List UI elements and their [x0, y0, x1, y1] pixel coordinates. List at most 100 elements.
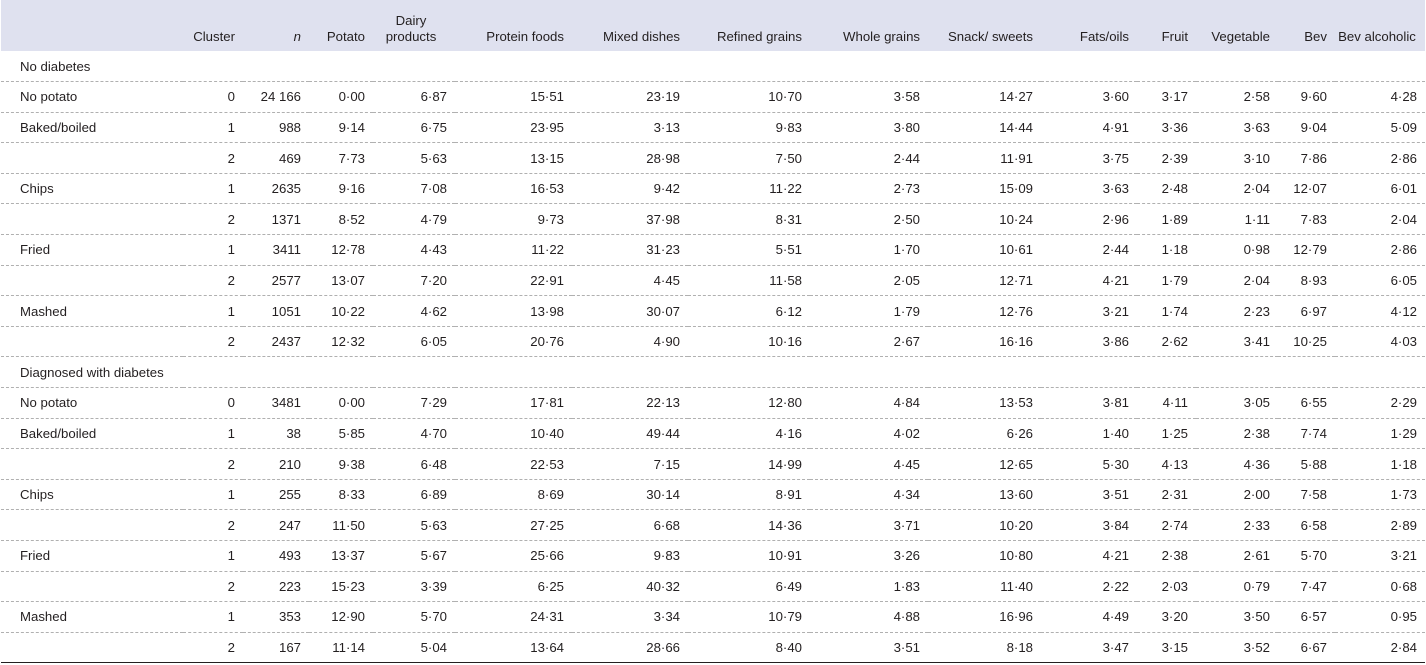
cell-refined-grains: 14·36 [688, 509, 810, 541]
cell-refined-grains: 8·91 [688, 479, 810, 511]
header-stub [1, 0, 183, 51]
cell-whole-grains: 4·45 [810, 448, 928, 480]
cell-snack-sweets: 10·61 [928, 234, 1041, 266]
cell-cluster: 1 [183, 418, 243, 450]
cell-fruit: 3·15 [1137, 632, 1196, 664]
cell-n: 2635 [243, 173, 309, 205]
cell-whole-grains: 3·26 [810, 540, 928, 572]
cell-fruit: 1·25 [1137, 418, 1196, 450]
cell-vegetable: 3·50 [1196, 601, 1278, 633]
cell-snack-sweets: 11·91 [928, 142, 1041, 174]
cell-whole-grains: 2·73 [810, 173, 928, 205]
cell-potato: 15·23 [309, 571, 373, 603]
cell-vegetable: 3·63 [1196, 112, 1278, 144]
cell-n: 167 [243, 632, 309, 664]
cell-dairy-products: 6·48 [373, 448, 455, 480]
header-fruit: Fruit [1161, 29, 1188, 44]
cell-protein-foods: 13·15 [455, 142, 572, 174]
cell-fruit: 3·36 [1137, 112, 1196, 144]
cell-protein-foods: 8·69 [455, 479, 572, 511]
cell-bev-alcoholic: 4·12 [1335, 295, 1425, 327]
cell-protein-foods: 17·81 [455, 387, 572, 419]
cell-snack-sweets: 12·65 [928, 448, 1041, 480]
cell-fruit: 2·31 [1137, 479, 1196, 511]
cell-potato: 8·52 [309, 203, 373, 236]
cell-bev: 10·25 [1278, 326, 1335, 358]
cell-fats-oils: 3·86 [1041, 326, 1137, 358]
cell-protein-foods: 22·91 [455, 265, 572, 297]
cell-protein-foods: 16·53 [455, 173, 572, 205]
cell-whole-grains: 3·51 [810, 632, 928, 664]
cell-cluster: 1 [183, 234, 243, 266]
cell-mixed-dishes: 28·98 [572, 142, 688, 174]
cell-fats-oils: 3·47 [1041, 632, 1137, 664]
cell-snack-sweets: 10·80 [928, 540, 1041, 572]
cell-row-label [1, 203, 183, 236]
cell-vegetable: 2·33 [1196, 509, 1278, 541]
cell-potato: 9·38 [309, 448, 373, 480]
cell-vegetable: 2·04 [1196, 265, 1278, 297]
cell-fruit: 4·11 [1137, 387, 1196, 419]
cell-bev: 5·70 [1278, 540, 1335, 572]
cell-bev-alcoholic: 0·95 [1335, 601, 1425, 633]
cell-fruit: 2·03 [1137, 571, 1196, 603]
cell-mixed-dishes: 30·14 [572, 479, 688, 511]
cell-fruit: 3·17 [1137, 81, 1196, 113]
cell-cluster: 2 [183, 203, 243, 236]
cell-whole-grains: 4·02 [810, 418, 928, 450]
header-snack-sweets: Snack/ sweets [947, 29, 1033, 44]
cell-refined-grains: 8·31 [688, 203, 810, 236]
header-refined-grains: Refined grains [716, 29, 802, 44]
cell-potato: 13·07 [309, 265, 373, 297]
cell-fats-oils: 5·30 [1041, 448, 1137, 480]
cell-refined-grains: 8·40 [688, 632, 810, 664]
cell-vegetable: 4·36 [1196, 448, 1278, 480]
header-bev: Bev [1304, 29, 1327, 44]
cell-mixed-dishes: 9·83 [572, 540, 688, 572]
cell-fruit: 3·20 [1137, 601, 1196, 633]
cell-bev: 6·55 [1278, 387, 1335, 419]
cell-protein-foods: 11·22 [455, 234, 572, 266]
cell-fruit: 2·62 [1137, 326, 1196, 358]
cell-n: 2577 [243, 265, 309, 297]
cell-bev-alcoholic: 2·04 [1335, 203, 1425, 236]
cell-row-label: Chips [1, 173, 183, 205]
cell-potato: 7·73 [309, 142, 373, 174]
header-cluster: Cluster [193, 29, 235, 44]
cell-fats-oils: 2·96 [1041, 203, 1137, 236]
cell-dairy-products: 4·70 [373, 418, 455, 450]
cell-mixed-dishes: 22·13 [572, 387, 688, 419]
header-whole-grains: Whole grains [843, 29, 920, 44]
cell-bev-alcoholic: 2·86 [1335, 142, 1425, 174]
section-title: Diagnosed with diabetes [1, 356, 1425, 389]
cell-n: 988 [243, 112, 309, 144]
cell-bev-alcoholic: 5·09 [1335, 112, 1425, 144]
cell-potato: 10·22 [309, 295, 373, 327]
cell-cluster: 1 [183, 540, 243, 572]
cell-fruit: 2·39 [1137, 142, 1196, 174]
cell-row-label [1, 509, 183, 541]
cell-refined-grains: 6·12 [688, 295, 810, 327]
cell-vegetable: 3·52 [1196, 632, 1278, 664]
cell-refined-grains: 10·91 [688, 540, 810, 572]
cell-n: 469 [243, 142, 309, 174]
cell-dairy-products: 6·87 [373, 81, 455, 113]
cell-snack-sweets: 10·20 [928, 509, 1041, 541]
cell-refined-grains: 14·99 [688, 448, 810, 480]
cell-row-label: No potato [1, 387, 183, 419]
cell-n: 223 [243, 571, 309, 603]
cell-vegetable: 2·23 [1196, 295, 1278, 327]
cell-vegetable: 2·00 [1196, 479, 1278, 511]
header-protein-foods: Protein foods [486, 29, 564, 44]
cell-mixed-dishes: 30·07 [572, 295, 688, 327]
cell-bev: 12·79 [1278, 234, 1335, 266]
cell-fats-oils: 4·91 [1041, 112, 1137, 144]
table-row: 2 167 11·14 5·04 13·64 28·66 8·40 3·51 8·18 3·47 3… [1, 632, 1425, 664]
cell-whole-grains: 2·05 [810, 265, 928, 297]
cell-potato: 0·00 [309, 387, 373, 419]
cell-mixed-dishes: 49·44 [572, 418, 688, 450]
cell-potato: 9·16 [309, 173, 373, 205]
cell-cluster: 2 [183, 509, 243, 541]
table-row: No potato 0 3481 0·00 7·29 17·81 22·13 12·80 4·8… [1, 387, 1425, 419]
cell-dairy-products: 6·05 [373, 326, 455, 358]
